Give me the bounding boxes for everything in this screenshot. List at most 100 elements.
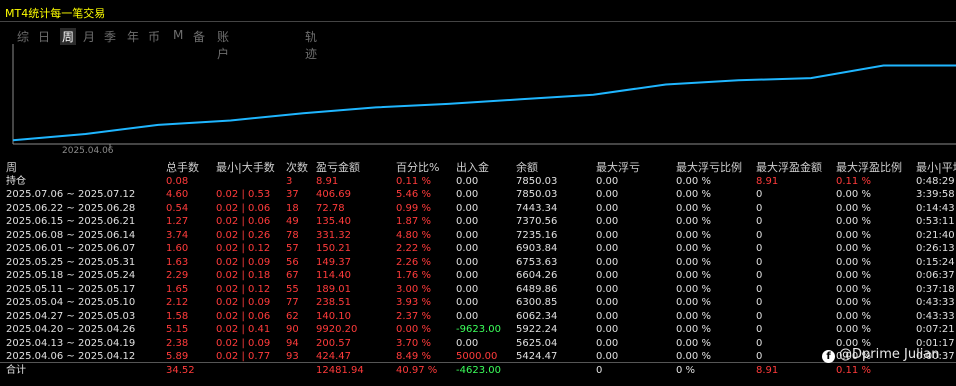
cell-min-max-lots: 0.02 | 0.09 [216,256,271,268]
cell-max-drawdown: 0.00 [596,324,619,335]
cell-deposit-withdraw: -9623.00 [456,324,501,335]
cell-total-lots: 总手数 [166,161,199,174]
table-row[interactable]: 2025.07.06 ~ 2025.07.12 4.60 0.02 | 0.53 37… [0,188,956,201]
cell-period: 2025.06.08 ~ 2025.06.14 [6,229,136,241]
cell-pnl: 200.57 [316,337,351,349]
table-row[interactable]: 2025.06.01 ~ 2025.06.07 1.60 0.02 | 0.12 57… [0,242,956,255]
cell-pnl: 72.78 [316,202,345,214]
cell-total-lots: 4.60 [166,189,189,200]
cell-pnl: 114.40 [316,270,351,281]
cell-max-float-profit-pct: 0.00 % [836,283,871,295]
cell-total-lots: 2.12 [166,297,189,308]
cell-balance: 6489.86 [516,283,558,295]
cell-max-float-profit: 8.91 [756,364,779,376]
cell-min-avg-time: 0:48:29 [916,175,955,187]
cell-max-drawdown-pct: 0.00 % [676,256,711,268]
table-row[interactable]: 2025.06.22 ~ 2025.06.28 0.54 0.02 | 0.06 18… [0,202,956,215]
cell-period: 2025.07.06 ~ 2025.07.12 [6,189,136,200]
table-row[interactable]: 持仓 0.08 3 8.91 0.11 % 0.00 7850.03 0.00 0.00 % 8.… [0,175,956,188]
cell-deposit-withdraw: 0.00 [456,270,479,281]
table-row[interactable]: 2025.05.18 ~ 2025.05.24 2.29 0.02 | 0.18 67… [0,269,956,282]
table-row[interactable]: 2025.04.20 ~ 2025.04.26 5.15 0.02 | 0.41 90… [0,323,956,336]
cell-period: 合计 [6,364,26,376]
cell-period: 2025.05.25 ~ 2025.05.31 [6,256,136,268]
cell-max-float-profit-pct: 0.11 % [836,175,871,187]
cell-balance: 6753.63 [516,256,558,268]
cell-pnl: 238.51 [316,297,351,308]
cell-total-lots: 2.38 [166,337,189,349]
cell-balance: 7850.03 [516,175,558,187]
cell-max-drawdown: 0 [596,364,603,376]
cell-percent: 3.70 % [396,337,431,349]
tab-0[interactable]: 综 [17,28,29,45]
tab-1[interactable]: 日 [38,28,50,45]
table-row[interactable]: 2025.04.27 ~ 2025.05.03 1.58 0.02 | 0.06 62… [0,310,956,323]
cell-count: 18 [286,202,299,214]
cell-deposit-withdraw: 0.00 [456,283,479,295]
cell-pnl: 189.01 [316,283,351,295]
cell-pnl: 12481.94 [316,364,364,376]
tab-2[interactable]: 周 [60,28,77,45]
cell-min-avg-time: 0:26:13 [916,243,955,254]
cell-period: 2025.05.04 ~ 2025.05.10 [6,297,136,308]
cell-max-float-profit-pct: 最大浮盈比例 [836,161,902,174]
cell-pnl: 406.69 [316,189,351,200]
cell-max-float-profit-pct: 0.11 % [836,364,871,376]
cell-max-drawdown-pct: 最大浮亏比例 [676,161,742,174]
cell-max-float-profit: 0 [756,256,763,268]
cell-max-drawdown-pct: 0.00 % [676,229,711,241]
table-row[interactable]: 2025.06.08 ~ 2025.06.14 3.74 0.02 | 0.26 78… [0,229,956,242]
balance-line [12,64,956,142]
cell-balance: 7850.03 [516,189,558,200]
cell-total-lots: 34.52 [166,364,195,376]
table-header[interactable]: 周 总手数 最小|大手数 次数 盈亏金额 百分比% 出入金 余额 最大浮亏 最大浮亏比例 最大浮盈金… [0,161,956,174]
table-row[interactable]: 2025.04.13 ~ 2025.04.19 2.38 0.02 | 0.09 94… [0,337,956,350]
cell-max-float-profit-pct: 0.00 % [836,229,871,241]
cell-max-drawdown: 0.00 [596,243,619,254]
cell-total-lots: 0.54 [166,202,189,214]
tab-3[interactable]: 月 [83,28,95,45]
cell-percent: 2.37 % [396,310,431,322]
chart-x-tick-label: 2025.04.06 [62,146,114,156]
cell-max-drawdown-pct: 0.00 % [676,337,711,349]
cell-count: 55 [286,283,299,295]
cell-max-drawdown-pct: 0 % [676,364,696,376]
table-row[interactable]: 2025.05.11 ~ 2025.05.17 1.65 0.02 | 0.12 55… [0,283,956,296]
cell-period: 周 [6,161,17,174]
tab-6[interactable]: 币 [148,28,160,45]
tab-8[interactable]: 备 [193,28,205,45]
window-title: MT4统计每一笔交易 [5,7,106,20]
table-row[interactable]: 2025.05.04 ~ 2025.05.10 2.12 0.02 | 0.09 77… [0,296,956,309]
cell-max-float-profit: 0 [756,189,763,200]
cell-max-float-profit-pct: 0.00 % [836,297,871,308]
table-row[interactable]: 2025.05.25 ~ 2025.05.31 1.63 0.02 | 0.09 56… [0,256,956,269]
cell-balance: 7370.56 [516,216,558,227]
weekly-stats-table: 周 总手数 最小|大手数 次数 盈亏金额 百分比% 出入金 余额 最大浮亏 最大浮亏比例 最大浮盈金… [0,161,956,386]
tab-4[interactable]: 季 [104,28,116,45]
cell-max-float-profit: 0 [756,216,763,227]
total-row[interactable]: 合计 34.52 12481.94 40.97 % -4623.00 0 0 % 8.91 0.… [0,364,956,377]
cell-min-avg-time: 最小|平均 [916,161,956,174]
tab-7[interactable]: M [173,28,183,42]
cell-max-drawdown-pct: 0.00 % [676,175,711,187]
cell-percent: 1.87 % [396,216,431,227]
cell-max-float-profit: 0 [756,229,763,241]
cell-balance: 6903.84 [516,243,558,254]
cell-max-float-profit: 最大浮盈金额 [756,161,822,174]
table-row[interactable]: 2025.06.15 ~ 2025.06.21 1.27 0.02 | 0.06 49… [0,215,956,228]
total-divider [0,361,956,363]
cell-count: 57 [286,243,299,254]
cell-pnl: 150.21 [316,243,351,254]
cell-max-drawdown: 最大浮亏 [596,161,640,174]
cell-min-avg-time: 0:14:43 [916,202,955,214]
cell-min-max-lots: 0.02 | 0.12 [216,283,271,295]
cell-max-float-profit-pct: 0.00 % [836,189,871,200]
tab-5[interactable]: 年 [127,28,139,45]
cell-balance: 余额 [516,161,538,174]
cell-deposit-withdraw: -4623.00 [456,364,501,376]
cell-min-max-lots: 最小|大手数 [216,161,275,174]
cell-period: 2025.04.27 ~ 2025.05.03 [6,310,136,322]
cell-period: 2025.06.15 ~ 2025.06.21 [6,216,136,227]
cell-deposit-withdraw: 出入金 [456,161,489,174]
cell-min-max-lots: 0.02 | 0.06 [216,216,271,227]
